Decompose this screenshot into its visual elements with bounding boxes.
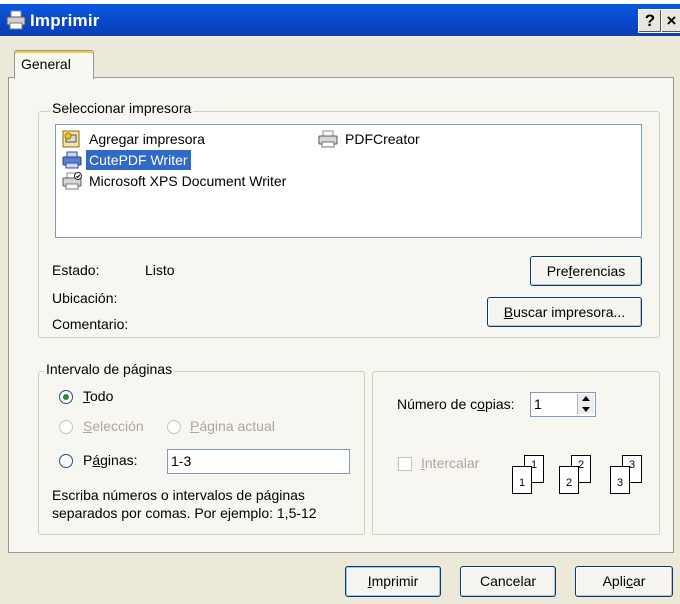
cancel-button[interactable]: Cancelar xyxy=(460,566,556,597)
radio-dot xyxy=(63,394,69,400)
page-range-legend: Intervalo de páginas xyxy=(44,361,175,377)
find-printer-button[interactable]: Buscar impresora... xyxy=(487,297,642,327)
pages-radio[interactable] xyxy=(59,454,73,468)
close-button[interactable]: × xyxy=(661,9,680,33)
preferences-button[interactable]: Preferencias xyxy=(530,256,642,286)
pages-label[interactable]: Páginas: xyxy=(83,452,138,468)
help-button[interactable]: ? xyxy=(638,9,662,33)
printer-icon xyxy=(6,10,26,30)
print-button[interactable]: Imprimir xyxy=(345,566,441,597)
status-value: Listo xyxy=(145,262,175,278)
title-bar[interactable]: Imprimir ? × xyxy=(0,4,680,36)
collate-page-front: 3 xyxy=(610,466,630,494)
page-range-hint-line2: separados por comas. Por ejemplo: 1,5-12 xyxy=(52,505,317,521)
printer-name: Agregar impresora xyxy=(89,131,205,147)
button-label: Imprimir xyxy=(367,573,419,589)
selection-radio[interactable] xyxy=(59,420,73,434)
printer-name: PDFCreator xyxy=(345,131,420,147)
comment-label: Comentario: xyxy=(52,316,129,332)
collate-page-front: 1 xyxy=(512,466,532,494)
printer-item-add[interactable]: Agregar impresora xyxy=(62,129,312,149)
close-icon: × xyxy=(666,11,677,30)
add-printer-icon xyxy=(62,130,80,148)
select-printer-legend: Seleccionar impresora xyxy=(50,100,194,116)
copies-value: 1 xyxy=(534,396,542,412)
button-label: Buscar impresora... xyxy=(503,304,626,320)
printer-item-xps[interactable]: Microsoft XPS Document Writer xyxy=(62,171,362,191)
printer-item-pdfcreator[interactable]: PDFCreator xyxy=(318,129,518,149)
printer-name: Microsoft XPS Document Writer xyxy=(89,173,287,189)
printer-icon xyxy=(318,130,338,148)
button-label: Preferencias xyxy=(546,263,626,279)
printer-list[interactable]: Agregar impresora PDFCreator CutePDF Wri… xyxy=(55,124,642,238)
selection-label[interactable]: Selección xyxy=(83,418,144,434)
all-pages-label[interactable]: Todo xyxy=(83,388,113,404)
printer-name: CutePDF Writer xyxy=(86,150,191,170)
collate-checkbox[interactable] xyxy=(398,457,412,471)
printer-item-cutepdf[interactable]: CutePDF Writer xyxy=(62,150,312,170)
page-range-hint-line1: Escriba números o intervalos de páginas xyxy=(52,487,305,503)
button-label: Aplicar xyxy=(602,573,646,589)
apply-button[interactable]: Aplicar xyxy=(575,566,673,597)
tab-label: General xyxy=(21,56,71,72)
status-label: Estado: xyxy=(52,262,100,278)
tab-general[interactable]: General xyxy=(14,50,94,79)
location-label: Ubicación: xyxy=(52,290,118,306)
collate-page-front: 2 xyxy=(559,466,579,494)
printer-icon xyxy=(62,151,82,169)
pages-input[interactable]: 1-3 xyxy=(167,449,350,474)
all-pages-radio[interactable] xyxy=(59,390,73,404)
copies-spinner[interactable]: 1 xyxy=(530,392,596,417)
window-title: Imprimir xyxy=(30,11,100,30)
spin-up-button[interactable] xyxy=(577,394,594,404)
arrow-up-icon xyxy=(582,396,590,401)
collate-label[interactable]: Intercalar xyxy=(421,455,479,471)
current-page-radio[interactable] xyxy=(167,420,181,434)
default-printer-icon xyxy=(62,172,82,190)
copies-label: Número de copias: xyxy=(397,396,515,412)
current-page-label[interactable]: Página actual xyxy=(190,418,275,434)
spin-down-button[interactable] xyxy=(577,404,594,414)
help-icon: ? xyxy=(644,11,656,30)
pages-input-value: 1-3 xyxy=(171,453,192,469)
collate-illustration: 1 1 2 2 3 3 xyxy=(510,455,650,505)
button-label: Cancelar xyxy=(479,573,537,589)
arrow-down-icon xyxy=(582,407,590,412)
